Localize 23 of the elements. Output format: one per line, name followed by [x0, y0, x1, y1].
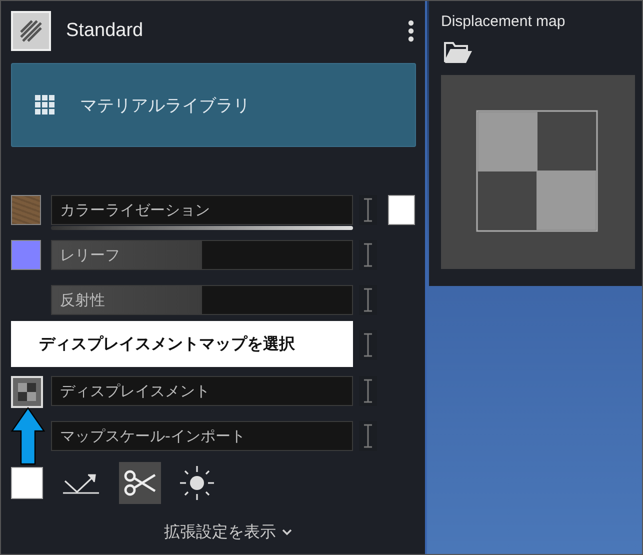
- more-icon[interactable]: [407, 19, 415, 43]
- folder-icon[interactable]: [443, 40, 473, 64]
- color-swatch[interactable]: [11, 240, 41, 270]
- popup-title: Displacement map: [441, 13, 566, 30]
- chevron-down-icon[interactable]: [282, 529, 292, 536]
- scissors-icon[interactable]: [119, 462, 161, 504]
- material-icon[interactable]: [11, 11, 51, 51]
- slider[interactable]: レリーフ: [51, 240, 353, 270]
- checker-swatch[interactable]: [11, 376, 43, 408]
- sun-icon[interactable]: [179, 465, 215, 501]
- text-field[interactable]: カラーライゼーション: [51, 195, 353, 225]
- slider[interactable]: 反射性: [51, 285, 353, 315]
- tooltip: ディスプレイスメントマップを選択: [11, 321, 353, 367]
- advanced-settings-link[interactable]: 拡張設定を表示: [164, 522, 276, 543]
- material-library-button[interactable]: マテリアルライブラリ: [11, 63, 416, 147]
- texture-swatch[interactable]: [11, 195, 41, 225]
- text-field[interactable]: マップスケール-インポート: [51, 421, 353, 451]
- arrow-up-icon: [11, 407, 45, 465]
- material-name: Standard: [66, 20, 144, 42]
- grid-icon: [35, 95, 55, 115]
- text-field[interactable]: ディスプレイスメント: [51, 376, 353, 406]
- color-swatch[interactable]: [388, 195, 415, 225]
- color-swatch[interactable]: [11, 467, 43, 499]
